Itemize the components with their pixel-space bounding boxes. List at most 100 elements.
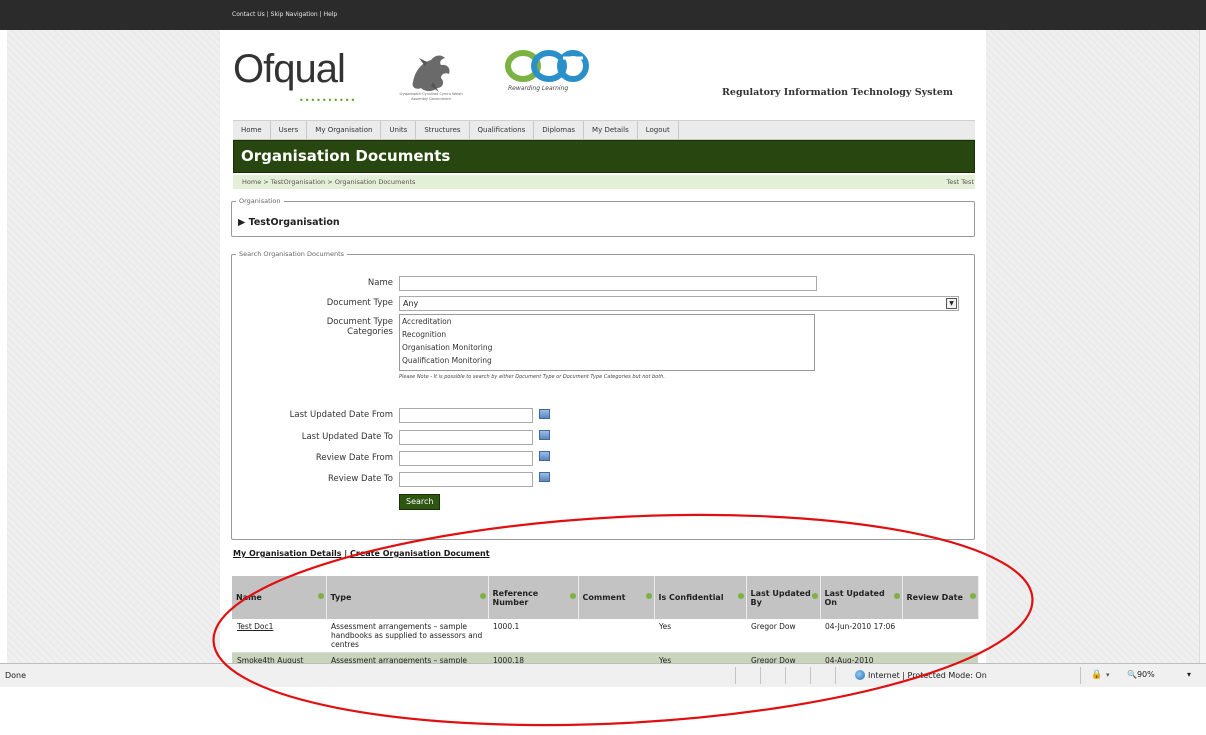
table-header-row: Name Type Reference Number Comment Is Co… [232,576,979,619]
search-button[interactable]: Search [399,494,441,510]
browser-scrollbar[interactable] [1199,30,1206,663]
last-updated-from-label: Last Updated Date From [289,410,393,420]
nav-my-organisation[interactable]: My Organisation [307,121,382,139]
sort-icon[interactable] [811,593,818,599]
contact-us-link[interactable]: Contact Us [232,11,265,18]
search-panel: Search Organisation Documents Name Docum… [231,250,975,540]
cell-updated-by: Gregor Dow [746,619,820,653]
separator: | [266,11,269,18]
sort-icon[interactable] [893,593,900,599]
top-links: Contact Us | Skip Navigation | Help [232,11,337,18]
calendar-icon[interactable] [539,430,550,440]
left-background-panel [7,30,220,663]
create-organisation-document-link[interactable]: Create Organisation Document [350,549,490,558]
ccea-logo-icon[interactable] [505,48,589,84]
title-bar: Organisation Documents [233,140,975,173]
nav-diplomas[interactable]: Diplomas [534,121,585,139]
chevron-down-icon[interactable]: ▾ [1187,670,1191,679]
sort-icon[interactable] [645,593,652,599]
column-header-comment[interactable]: Comment [578,576,655,619]
cell-type: Assessment arrangements – sample handboo… [326,619,488,653]
status-divider [1080,667,1081,684]
document-link[interactable]: Test Doc1 [237,622,273,631]
column-header-name[interactable]: Name [232,576,327,619]
skip-navigation-link[interactable]: Skip Navigation [271,11,318,18]
category-option[interactable]: Organisation Monitoring [400,341,814,354]
ofqual-logo[interactable]: Ofqual [233,47,346,92]
ofqual-logo-dots: •••••••••• [299,96,357,105]
nav-units[interactable]: Units [381,121,417,139]
action-links: My Organisation Details | Create Organis… [233,549,490,558]
welsh-gov-caption: Llywodraeth Cynulliad Cymru Welsh Assemb… [399,92,463,101]
document-type-select[interactable]: Any ▼ [399,296,959,311]
security-zone[interactable]: Internet | Protected Mode: On [855,670,987,680]
sort-icon[interactable] [737,593,744,599]
review-date-to-label: Review Date To [328,474,393,484]
column-header-review-date[interactable]: Review Date [902,576,979,619]
calendar-icon[interactable] [539,409,550,419]
lock-icon[interactable]: 🔒 [1091,670,1102,680]
organisation-panel: Organisation ▶ TestOrganisation [231,197,975,237]
column-header-last-updated-on[interactable]: Last Updated On [820,576,903,619]
sort-icon[interactable] [479,593,486,599]
status-text: Done [5,671,27,680]
nav-my-details[interactable]: My Details [584,121,638,139]
main-navigation: Home Users My Organisation Units Structu… [233,120,975,140]
sort-icon[interactable] [969,593,976,599]
separator: | [319,11,322,18]
chevron-down-icon[interactable]: ▾ [1106,671,1110,679]
zone-text: Internet | Protected Mode: On [868,670,987,680]
my-organisation-details-link[interactable]: My Organisation Details [233,549,342,558]
name-input[interactable] [399,276,817,291]
review-date-from-input[interactable] [399,451,533,466]
categories-label-line2: Categories [347,327,393,337]
last-updated-to-input[interactable] [399,430,533,445]
status-divider [785,667,786,684]
page-title: Organisation Documents [241,147,451,165]
category-option[interactable]: Accreditation [400,315,814,328]
breadcrumb-separator: > [325,178,335,186]
nav-qualifications[interactable]: Qualifications [470,121,535,139]
nav-home[interactable]: Home [233,121,271,139]
sort-icon[interactable] [317,593,324,599]
status-divider [760,667,761,684]
status-divider [810,667,811,684]
breadcrumb-organisation[interactable]: TestOrganisation [271,178,325,186]
last-updated-to-label: Last Updated Date To [301,432,393,442]
nav-structures[interactable]: Structures [416,121,470,139]
nav-logout[interactable]: Logout [638,121,679,139]
cell-updated-on: 04-Jun-2010 17:06 [820,619,902,653]
breadcrumb-bar: Home > TestOrganisation > Organisation D… [233,175,975,189]
breadcrumb-separator: > [261,178,271,186]
nav-users[interactable]: Users [271,121,308,139]
status-divider [835,667,836,684]
column-header-last-updated-by[interactable]: Last Updated By [746,576,821,619]
column-header-type[interactable]: Type [326,576,489,619]
cell-reference: 1000.1 [488,619,578,653]
help-link[interactable]: Help [324,11,338,18]
cell-review-date [902,619,978,653]
breadcrumb-home[interactable]: Home [242,178,261,186]
review-date-from-label: Review Date From [315,453,393,463]
category-option[interactable]: Qualification Monitoring [400,354,814,367]
link-separator: | [341,549,351,558]
chevron-down-icon[interactable]: ▼ [946,298,957,309]
document-type-categories-list[interactable]: Accreditation Recognition Organisation M… [399,314,815,371]
right-background-panel [986,30,1199,663]
cell-name: Test Doc1 [232,619,326,653]
column-header-is-confidential[interactable]: Is Confidential [654,576,747,619]
table-row: Test Doc1 Assessment arrangements – samp… [232,619,978,653]
categories-label-line1: Document Type [326,317,393,327]
review-date-to-input[interactable] [399,472,533,487]
category-option[interactable]: Recognition [400,328,814,341]
current-user: Test Test [946,178,974,186]
last-updated-from-input[interactable] [399,408,533,423]
calendar-icon[interactable] [539,472,550,482]
calendar-icon[interactable] [539,451,550,461]
sort-icon[interactable] [569,593,576,599]
organisation-legend: Organisation [239,197,281,205]
organisation-name-toggle[interactable]: ▶ TestOrganisation [238,217,340,228]
column-header-reference-number[interactable]: Reference Number [488,576,579,619]
status-divider [735,667,736,684]
zoom-level[interactable]: 🔍90% [1127,670,1155,679]
